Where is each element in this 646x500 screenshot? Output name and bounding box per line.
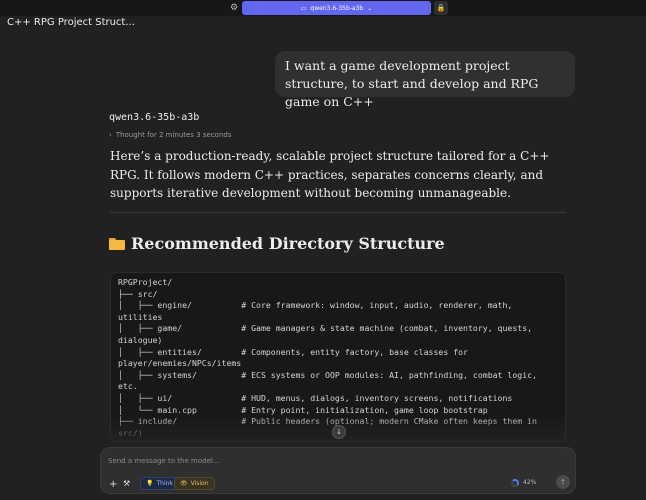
think-label: Think [156, 480, 173, 487]
assistant-intro-text: Here’s a production-ready, scalable proj… [110, 149, 550, 200]
settings-gear-icon[interactable]: ⚙ [227, 1, 241, 15]
code-line: RPGProject/ [118, 277, 173, 287]
context-usage-text: 42% [523, 479, 537, 486]
message-input[interactable]: Send a message to the model... [108, 457, 220, 465]
section-heading-text: Recommended Directory Structure [131, 234, 445, 253]
assistant-model-name: qwen3.6-35b-a3b [109, 112, 200, 123]
send-button[interactable]: ↑ [556, 475, 570, 489]
code-block: RPGProject/├── src/│ ├── engine/ # Core … [110, 272, 566, 442]
tools-icon[interactable]: ⚒ [123, 479, 130, 488]
thought-label: Thought for 2 minutes 3 seconds [115, 131, 232, 139]
model-selector-label: qwen3.6-35b-a3b [310, 4, 364, 12]
code-line: │ ├── ui/ # HUD, menus, dialogs, invento… [118, 392, 513, 403]
chevron-down-icon: ⌄ [367, 4, 373, 12]
chat-title: C++ RPG Project Struct... [7, 17, 135, 28]
divider [110, 212, 566, 213]
chevron-right-icon: › [109, 131, 112, 139]
section-heading: Recommended Directory Structure [109, 234, 445, 253]
thought-toggle[interactable]: › Thought for 2 minutes 3 seconds [109, 131, 231, 139]
code-line: │ ├── entities/ # Components, entity fac… [118, 346, 473, 369]
code-line: │ ├── systems/ # ECS systems or OOP modu… [118, 369, 542, 392]
eye-icon: 👁 [180, 480, 188, 487]
code-line: │ ├── engine/ # Core framework: window, … [118, 300, 518, 322]
user-message: I want a game development project struct… [275, 51, 575, 109]
scroll-down-icon[interactable]: ↓ [332, 425, 346, 439]
model-selector-button[interactable]: ▭ qwen3.6-35b-a3b ⌄ [242, 1, 431, 15]
code-line: │ ├── game/ # Game managers & state mach… [118, 323, 537, 345]
folder-icon [109, 237, 125, 250]
vision-toggle[interactable]: 👁 Vision [174, 477, 215, 490]
code-line: ├── src/ [118, 288, 158, 299]
message-composer: Send a message to the model... + ⚒ 💡 Thi… [100, 447, 576, 494]
model-icon: ▭ [300, 4, 307, 12]
context-usage-ring-icon [511, 479, 519, 487]
chat-app: ⚙ ▭ qwen3.6-35b-a3b ⌄ 🔒 C++ RPG Project … [0, 0, 646, 500]
lock-icon[interactable]: 🔒 [434, 1, 448, 15]
vision-label: Vision [190, 480, 209, 487]
add-attachment-icon[interactable]: + [109, 479, 117, 490]
lightbulb-icon: 💡 [146, 480, 154, 487]
top-bar: ⚙ ▭ qwen3.6-35b-a3b ⌄ 🔒 [0, 0, 646, 16]
